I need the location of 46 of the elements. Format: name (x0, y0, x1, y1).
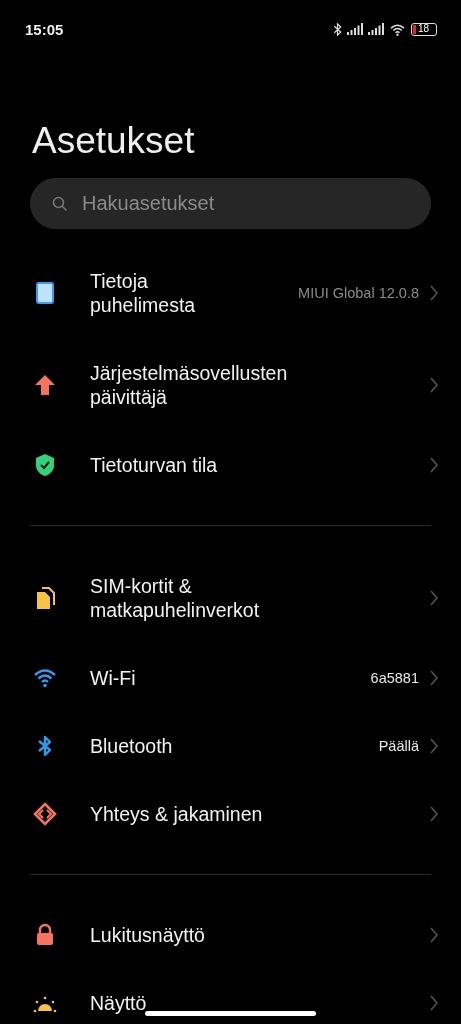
settings-item[interactable]: SIM-kortit & matkapuhelinverkot (0, 552, 461, 644)
item-label: Lukitusnäyttö (90, 923, 205, 947)
chevron-icon (429, 738, 439, 754)
battery-level: 18 (418, 24, 430, 34)
page-title: Asetukset (32, 120, 196, 162)
settings-item[interactable]: Järjestelmäsovellusten päivittäjä (0, 339, 461, 431)
item-label: SIM-kortit & matkapuhelinverkot (90, 574, 261, 622)
settings-item[interactable]: Tietoturvan tila (0, 431, 461, 499)
search-icon (52, 195, 68, 212)
search-field[interactable]: Hakuasetukset (80, 191, 409, 216)
signal-icon (368, 23, 384, 35)
up-arrow-icon (33, 373, 57, 397)
chevron-icon (429, 590, 439, 606)
tablet-icon (33, 281, 57, 305)
item-label: Tietoja puhelimesta (90, 269, 197, 317)
item-value: Päällä (378, 738, 419, 754)
item-label: Tietoturvan tila (90, 453, 218, 477)
settings-item[interactable]: Lukitusnäyttö (0, 901, 461, 969)
chevron-icon (429, 457, 439, 473)
chevron-icon (429, 377, 439, 393)
settings-item[interactable]: Bluetooth Päällä (0, 712, 461, 780)
item-label: Järjestelmäsovellusten päivittäjä (90, 361, 289, 409)
settings-item[interactable]: Yhteys & jakaminen (0, 780, 461, 848)
item-label: Wi-Fi (90, 666, 136, 690)
wifi-icon (33, 666, 57, 690)
chevron-icon (429, 927, 439, 943)
chevron-icon (429, 806, 439, 822)
home-indicator[interactable] (145, 1011, 316, 1016)
shield-check-icon (33, 453, 57, 477)
item-label: Näyttö (90, 991, 147, 1015)
item-label: Bluetooth (90, 734, 173, 758)
settings-item[interactable]: Wi-Fi 6a5881 (0, 644, 461, 712)
bluetooth-icon (333, 22, 342, 36)
chevron-icon (429, 995, 439, 1011)
chevron-icon (429, 670, 439, 686)
chevron-icon (429, 285, 439, 301)
diamond-arrows-icon (33, 802, 57, 826)
clock-time: 15:05 (25, 20, 64, 38)
wifi-icon (389, 22, 406, 36)
item-label: Yhteys & jakaminen (90, 802, 263, 826)
search-bar[interactable]: Hakuasetukset (30, 178, 431, 229)
signal-icon (347, 23, 363, 35)
item-value: MIUI Global 12.0.8 (298, 285, 419, 301)
settings-item[interactable]: Tietoja puhelimesta MIUI Global 12.0.8 (0, 247, 461, 339)
item-value: 6a5881 (370, 670, 419, 686)
settings-item[interactable]: Näyttö (0, 969, 461, 1024)
